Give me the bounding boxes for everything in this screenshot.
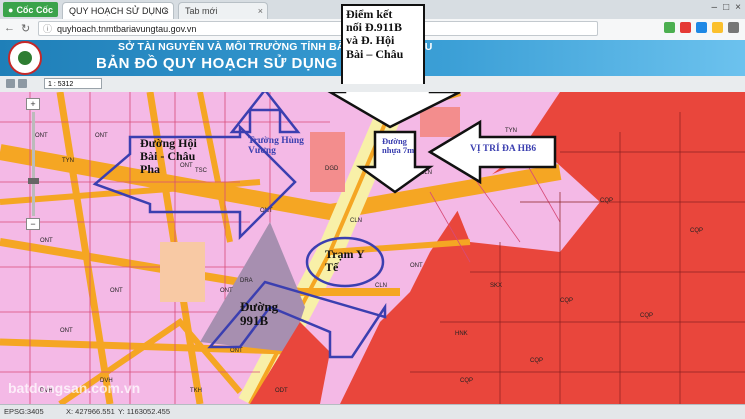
map-code: ONT xyxy=(410,263,423,269)
tab-label: Tab mới xyxy=(185,6,218,16)
map-code: DRA xyxy=(240,278,253,284)
tab-label: QUY HOẠCH SỬ DỤNG xyxy=(69,6,169,16)
map-code: SKX xyxy=(490,283,502,289)
label-line: 991B xyxy=(240,313,269,329)
coccoc-logo-icon: ● xyxy=(8,4,14,15)
zoom-slider[interactable] xyxy=(27,112,39,216)
label-duong-991b: Đường 991B xyxy=(240,299,279,329)
pan-tool-icon[interactable] xyxy=(6,79,15,88)
menu-icon[interactable] xyxy=(728,22,739,33)
y-coordinate-readout: Y: 1163052.455 xyxy=(118,407,170,416)
parcel xyxy=(420,107,460,137)
label-line: Trường Hùng xyxy=(248,136,304,146)
dra-zone xyxy=(200,222,305,352)
map-code: DGD xyxy=(325,166,339,172)
map-code: CQP xyxy=(530,358,543,364)
map-code: CLN xyxy=(375,283,387,289)
extension-icon[interactable] xyxy=(680,22,691,33)
minimize-icon[interactable]: – xyxy=(712,2,718,13)
map-code: CQP xyxy=(460,378,473,384)
url-text: quyhoach.tnmtbariavungtau.gov.vn xyxy=(57,24,197,34)
map-code: TKH xyxy=(190,388,202,394)
map-code: CQP xyxy=(600,198,613,204)
extension-icons xyxy=(664,22,739,33)
banner-title: BẢN ĐỒ QUY HOẠCH SỬ DỤNG ĐẤT xyxy=(96,55,375,72)
tab-quy-hoach[interactable]: QUY HOẠCH SỬ DỤNG × xyxy=(62,2,174,19)
map-code: CLN xyxy=(350,218,362,224)
map-code: HNK xyxy=(455,331,468,337)
map-code: ONT xyxy=(95,133,108,139)
nav-buttons: ← ↻ xyxy=(4,22,30,35)
map-code: ONT xyxy=(60,328,73,334)
info-tool-icon[interactable] xyxy=(18,79,27,88)
arrow-truong-hung-vuong xyxy=(229,92,301,134)
close-icon[interactable]: × xyxy=(164,3,169,20)
map-code: CQP xyxy=(690,228,703,234)
label-line: Pha xyxy=(140,162,161,177)
scale-value: 1 : 5312 xyxy=(48,81,74,88)
x-coordinate-readout: X: 427966.551 xyxy=(66,407,115,416)
label-duong-nhua: Đường nhựa 7m xyxy=(382,136,415,156)
close-icon[interactable]: × xyxy=(258,3,263,20)
extension-icon[interactable] xyxy=(664,22,675,33)
label-diem-ket-noi-text: Điểm kết nối Đ.911B và Đ. Hội Bài – Châu xyxy=(346,7,404,61)
map-code: ODT xyxy=(275,388,288,394)
map-code: CQP xyxy=(560,298,573,304)
map-code: TYN xyxy=(62,158,74,164)
label-line: nhựa 7m xyxy=(382,145,415,156)
zoom-control: + − xyxy=(26,98,40,230)
extension-icon[interactable] xyxy=(696,22,707,33)
map-tools xyxy=(6,79,27,88)
agency-logo xyxy=(8,41,42,75)
zoom-in-button[interactable]: + xyxy=(26,98,40,110)
parcel xyxy=(310,132,345,192)
reload-icon[interactable]: ↻ xyxy=(21,22,30,35)
close-window-icon[interactable]: × xyxy=(735,2,741,13)
parcel xyxy=(160,242,205,302)
map-code: ONT xyxy=(230,348,243,354)
zoom-slider-thumb[interactable] xyxy=(27,178,39,184)
scale-select[interactable]: 1 : 5312 xyxy=(44,78,102,89)
map-statusbar: EPSG:3405 X: 427966.551 Y: 1163052.455 xyxy=(0,404,745,419)
page-info-icon[interactable]: ⓘ xyxy=(43,22,52,37)
label-vi-tri: VỊ TRÍ ĐA HB6 xyxy=(470,144,537,154)
label-line: và Đ. Hội xyxy=(346,33,395,48)
label-line: Vương xyxy=(248,146,276,157)
map-code: TSC xyxy=(195,168,208,174)
label-duong-hoi-bai: Đường Hội Bài - Châu Pha xyxy=(140,136,197,177)
label-truong-hung-vuong: Trường Hùng Vương xyxy=(248,136,304,157)
tab-new[interactable]: Tab mới × xyxy=(178,2,268,19)
map-code: CQP xyxy=(640,313,653,319)
label-line: Bài – Châu xyxy=(346,46,404,61)
extension-icon[interactable] xyxy=(712,22,723,33)
map-code: TYN xyxy=(505,128,517,134)
window-controls: – □ × xyxy=(712,2,741,13)
map-code: ONT xyxy=(40,238,53,244)
map-code: ONT xyxy=(220,288,233,294)
browser-brand-label: Cốc Cốc xyxy=(16,4,53,15)
watermark-text: batdongsan.com.vn xyxy=(8,380,141,396)
map-canvas[interactable]: ONT ONT ONT ONT ONT ONT ONT ONT ONT ONT … xyxy=(0,92,745,404)
zoom-out-button[interactable]: − xyxy=(26,218,40,230)
url-input[interactable]: ⓘ quyhoach.tnmtbariavungtau.gov.vn xyxy=(38,21,598,36)
map-drawing: ONT ONT ONT ONT ONT ONT ONT ONT ONT ONT … xyxy=(0,92,745,404)
back-icon[interactable]: ← xyxy=(4,22,15,35)
browser-menu-button[interactable]: ● Cốc Cốc xyxy=(3,2,58,17)
maximize-icon[interactable]: □ xyxy=(723,2,729,13)
label-line: Tế xyxy=(325,260,339,275)
watermark: batdongsan.com.vn xyxy=(8,380,140,396)
epsg-readout: EPSG:3405 xyxy=(4,407,44,416)
label-line: Đường xyxy=(240,299,279,314)
label-tram-y-te: Trạm Y Tế xyxy=(325,247,365,275)
map-code: ONT xyxy=(110,288,123,294)
